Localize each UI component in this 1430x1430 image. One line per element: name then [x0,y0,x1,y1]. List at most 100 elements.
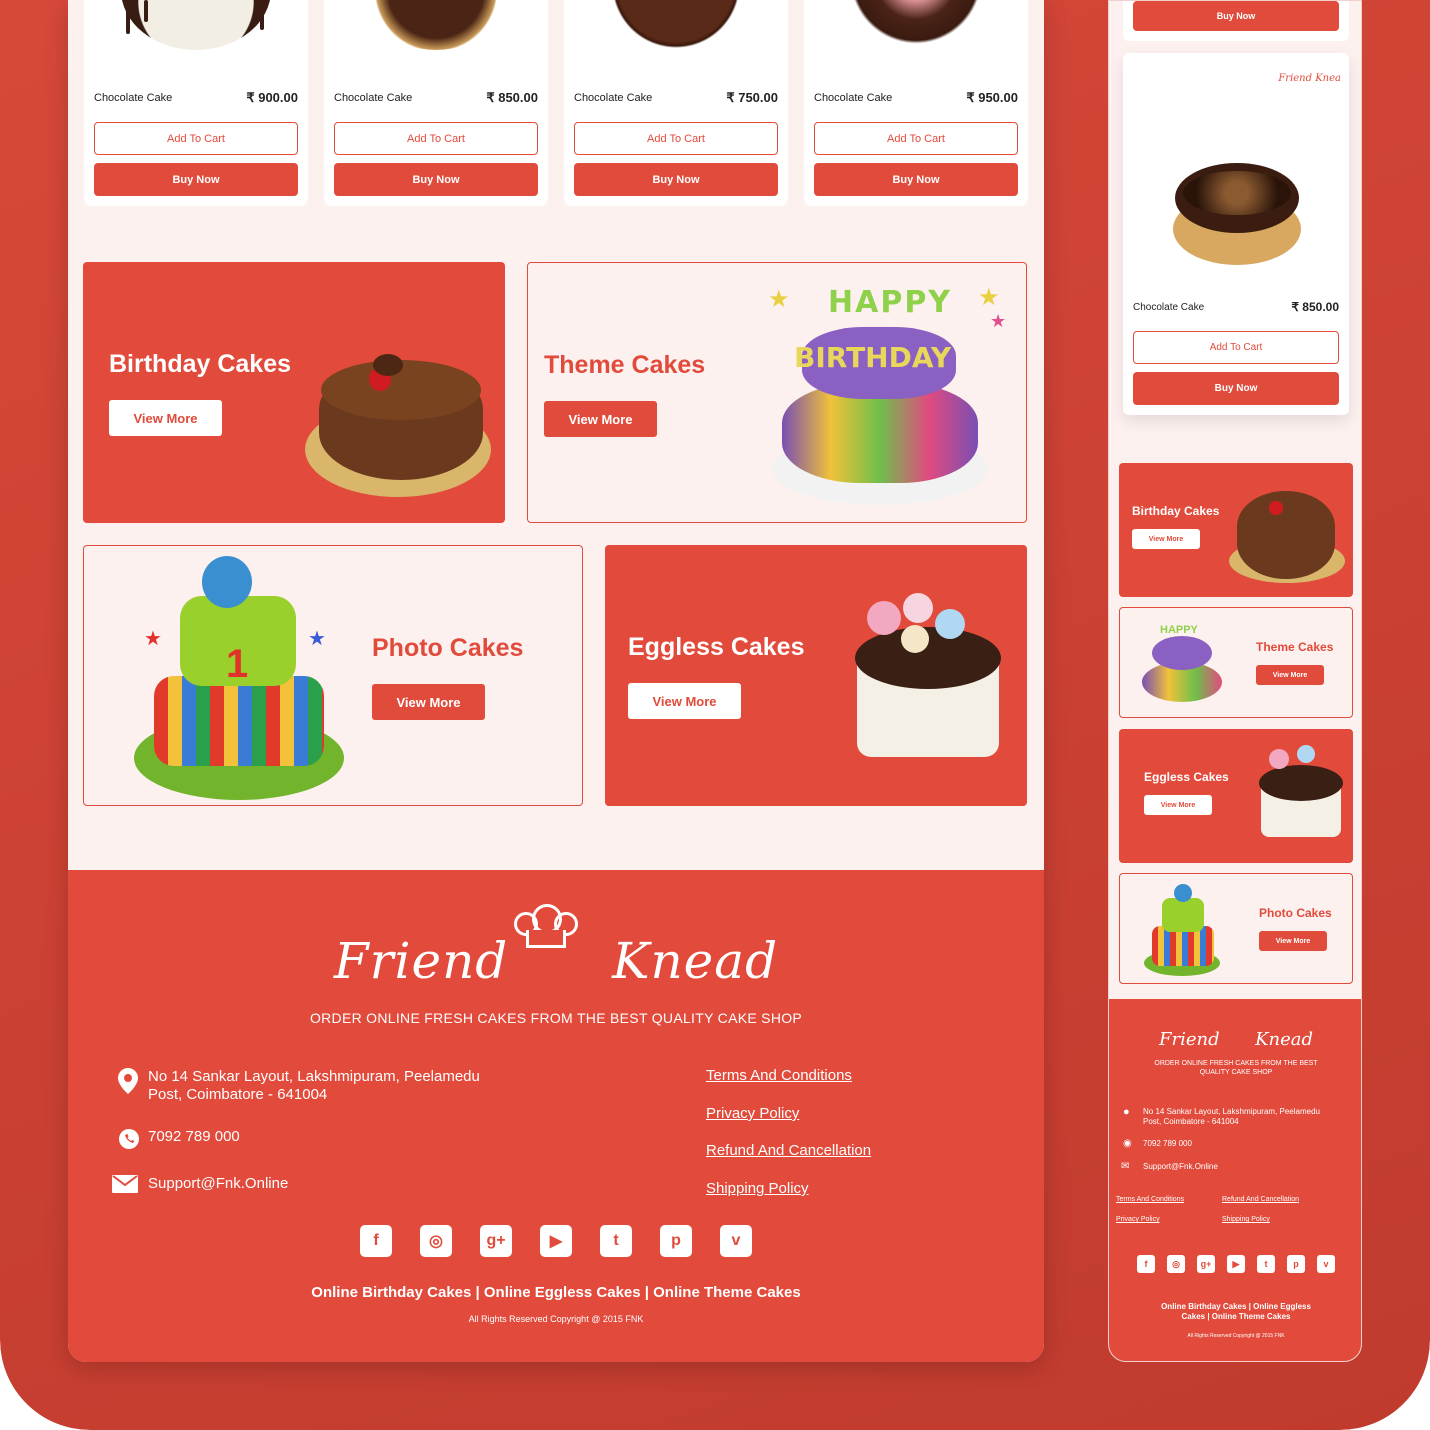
pinterest-icon[interactable]: p [660,1225,692,1257]
instagram-icon[interactable]: ◎ [1167,1255,1185,1273]
product-price: ₹ 950.00 [966,90,1018,105]
add-to-cart-button[interactable]: Add To Cart [814,122,1018,155]
phone-text: 7092 789 000 [148,1128,240,1145]
shipping-link[interactable]: Shipping Policy [1222,1216,1270,1223]
brand-logo[interactable]: Friend Knead [68,932,1044,990]
mail-icon [112,1175,140,1197]
location-pin-icon: ● [1123,1106,1130,1118]
brand-logo[interactable]: Friend Knead [1109,1029,1361,1050]
showcase-stage: Chocolate Cake ₹ 900.00 Add To Cart Buy … [0,0,1430,1430]
product-name: Chocolate Cake [574,92,653,104]
brand-logo-text-left: Friend [333,932,509,990]
category-theme-cakes[interactable]: Theme Cakes View More HAPPY BIRTHDAY ★ ★… [527,262,1027,523]
phone-text: 7092 789 000 [1143,1139,1192,1148]
product-image [84,0,308,70]
product-card: Friend Knea Chocolate Cake ₹ 850.00 Add … [1123,53,1349,415]
category-birthday-cakes[interactable]: Birthday Cakes View More [1119,463,1353,597]
category-theme-cakes[interactable]: HAPPY Theme Cakes View More [1119,607,1353,718]
product-card: Chocolate Cake ₹ 750.00 Add To Cart Buy … [564,0,788,206]
category-eggless-cakes[interactable]: Eggless Cakes View More [605,545,1027,806]
product-name: Chocolate Cake [94,92,173,104]
buy-now-button[interactable]: Buy Now [94,163,298,196]
brand-logo-text-right: Knead [1255,1029,1314,1050]
view-more-button[interactable]: View More [544,401,657,437]
social-icons: f ◎ g+ ▶ t p v [360,1225,752,1257]
view-more-button[interactable]: View More [1144,795,1212,815]
email-text: Support@Fnk.Online [148,1175,289,1192]
vimeo-icon[interactable]: v [720,1225,752,1257]
buy-now-button[interactable]: Buy Now [1133,1,1339,31]
product-price: ₹ 750.00 [726,90,778,105]
brand-mark: Friend Knea [1278,73,1341,84]
category-birthday-cakes[interactable]: Birthday Cakes View More [83,262,505,523]
product-name: Chocolate Cake [334,92,413,104]
category-title: Birthday Cakes [1132,504,1220,518]
buy-now-button[interactable]: Buy Now [574,163,778,196]
footer-category-links[interactable]: Online Birthday Cakes | Online Eggless C… [68,1284,1044,1301]
add-to-cart-button[interactable]: Add To Cart [1133,331,1339,364]
category-eggless-cakes[interactable]: Eggless Cakes View More [1119,729,1353,863]
product-price: ₹ 900.00 [246,90,298,105]
facebook-icon[interactable]: f [360,1225,392,1257]
product-name: Chocolate Cake [814,92,893,104]
pinterest-icon[interactable]: p [1287,1255,1305,1273]
buy-now-button[interactable]: Buy Now [334,163,538,196]
email[interactable]: ✉ Support@Fnk.Online [1121,1161,1218,1172]
view-more-button[interactable]: View More [109,400,222,436]
add-to-cart-button[interactable]: Add To Cart [574,122,778,155]
social-icons: f ◎ g+ ▶ t p v [1137,1255,1335,1273]
cake-image [1237,491,1335,579]
terms-link[interactable]: Terms And Conditions [1116,1196,1184,1203]
address: No 14 Sankar Layout, Lakshmipuram, Peela… [118,1068,508,1104]
email[interactable]: Support@Fnk.Online [112,1175,289,1193]
view-more-button[interactable]: View More [628,683,741,719]
category-photo-cakes[interactable]: Photo Cakes View More [1119,873,1353,984]
add-to-cart-button[interactable]: Add To Cart [334,122,538,155]
footer-category-links[interactable]: Online Birthday Cakes | Online Eggless C… [1149,1302,1323,1322]
google-plus-icon[interactable]: g+ [480,1225,512,1257]
whatsapp-icon: ◉ [1123,1138,1132,1149]
desktop-frame: Chocolate Cake ₹ 900.00 Add To Cart Buy … [68,0,1044,1362]
twitter-icon[interactable]: t [600,1225,632,1257]
view-more-button[interactable]: View More [1259,931,1327,951]
cake-image [1269,501,1283,515]
terms-link[interactable]: Terms And Conditions [706,1067,852,1084]
product-card: Buy Now [1123,1,1349,41]
view-more-button[interactable]: View More [372,684,485,720]
shipping-link[interactable]: Shipping Policy [706,1180,809,1197]
privacy-link[interactable]: Privacy Policy [1116,1216,1160,1223]
google-plus-icon[interactable]: g+ [1197,1255,1215,1273]
instagram-icon[interactable]: ◎ [420,1225,452,1257]
product-price: ₹ 850.00 [1291,300,1339,314]
add-to-cart-button[interactable]: Add To Cart [94,122,298,155]
location-pin-icon [118,1068,140,1094]
brand-logo-text-left: Friend [1158,1029,1220,1050]
footer-tagline: ORDER ONLINE FRESH CAKES FROM THE BEST Q… [1154,1060,1318,1076]
address: ● No 14 Sankar Layout, Lakshmipuram, Pee… [1123,1107,1333,1127]
refund-link[interactable]: Refund And Cancellation [706,1142,871,1159]
privacy-link[interactable]: Privacy Policy [706,1105,799,1122]
view-more-button[interactable]: View More [1256,665,1324,685]
product-card: Chocolate Cake ₹ 850.00 Add To Cart Buy … [324,0,548,206]
category-photo-cakes[interactable]: 1 ★ ★ Photo Cakes View More [83,545,583,806]
buy-now-button[interactable]: Buy Now [814,163,1018,196]
category-title: Photo Cakes [1259,906,1332,920]
vimeo-icon[interactable]: v [1317,1255,1335,1273]
email-text: Support@Fnk.Online [1143,1162,1218,1171]
phone[interactable]: 7092 789 000 [119,1128,240,1149]
product-card: Chocolate Cake ₹ 900.00 Add To Cart Buy … [84,0,308,206]
youtube-icon[interactable]: ▶ [1227,1255,1245,1273]
product-price: ₹ 850.00 [486,90,538,105]
buy-now-button[interactable]: Buy Now [1133,372,1339,405]
phone[interactable]: ◉ 7092 789 000 [1123,1138,1192,1149]
category-title: Photo Cakes [372,634,524,662]
twitter-icon[interactable]: t [1257,1255,1275,1273]
address-text: No 14 Sankar Layout, Lakshmipuram, Peela… [1143,1107,1320,1126]
refund-link[interactable]: Refund And Cancellation [1222,1196,1299,1203]
facebook-icon[interactable]: f [1137,1255,1155,1273]
category-title: Eggless Cakes [1144,770,1229,784]
youtube-icon[interactable]: ▶ [540,1225,572,1257]
view-more-button[interactable]: View More [1132,529,1200,549]
mobile-frame: Buy Now Friend Knea Chocolate Cake ₹ 850… [1108,0,1362,1362]
category-title: Birthday Cakes [109,350,292,378]
